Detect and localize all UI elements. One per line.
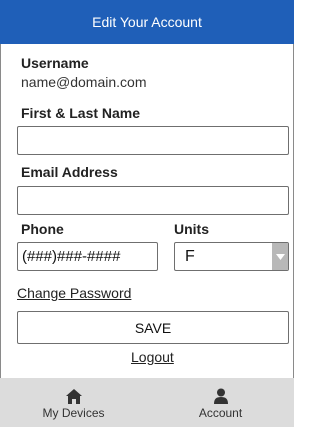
units-select[interactable]: F <box>174 242 289 271</box>
chevron-down-icon[interactable] <box>272 243 288 270</box>
tab-my-devices-label: My Devices <box>42 406 105 420</box>
phone-input[interactable] <box>18 243 157 270</box>
home-icon <box>65 386 82 404</box>
name-input[interactable] <box>18 127 288 154</box>
username-value: name@domain.com <box>21 74 147 90</box>
name-field[interactable] <box>17 126 289 155</box>
phone-field[interactable] <box>17 242 158 271</box>
save-button[interactable]: SAVE <box>17 311 289 344</box>
change-password-link[interactable]: Change Password <box>17 285 131 301</box>
bottom-tab-bar: My Devices Account <box>0 378 294 427</box>
email-input[interactable] <box>18 187 288 214</box>
username-label: Username <box>21 55 89 71</box>
tab-account[interactable]: Account <box>147 378 294 427</box>
tab-account-label: Account <box>198 406 243 420</box>
units-label: Units <box>174 221 209 237</box>
phone-label: Phone <box>21 221 64 237</box>
header-bar: Edit Your Account <box>0 0 294 44</box>
units-selected-value: F <box>185 248 195 265</box>
person-icon <box>213 386 229 404</box>
logout-link[interactable]: Logout <box>131 349 174 365</box>
email-field[interactable] <box>17 186 289 215</box>
tab-my-devices[interactable]: My Devices <box>0 378 147 427</box>
email-label: Email Address <box>21 164 118 180</box>
page-title: Edit Your Account <box>92 14 202 30</box>
name-label: First & Last Name <box>21 105 141 121</box>
